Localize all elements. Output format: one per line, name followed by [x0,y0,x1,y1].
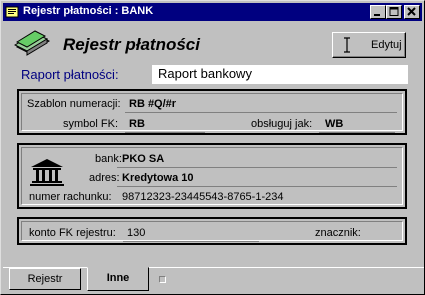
marker-label: znacznik: [315,227,361,239]
header: Rejestr płatności Edytuj [5,23,422,63]
payments-logo-icon [13,30,51,56]
template-label: Szablon numeracji: [27,98,121,110]
numbering-group: Szablon numeracji: RB #Q/#r symbol FK: R… [17,89,407,135]
tab-inne[interactable]: Inne [87,267,149,291]
bank-field[interactable]: PKO SA [122,153,164,165]
tab-bar: Rejestr Inne [3,267,424,294]
close-icon [407,7,416,16]
handle-as-label: obsługuj jak: [251,118,313,130]
address-field[interactable]: Kredytowa 10 [122,172,194,184]
register-group: konto FK rejestru: 130 znacznik: [17,217,407,245]
tab-rejestr[interactable]: Rejestr [9,268,81,290]
bank-building-icon [30,159,64,186]
title-bar[interactable]: Rejestr płatności : BANK [3,3,422,21]
fk-account-field[interactable]: 130 [127,227,145,239]
tab-inne-label: Inne [106,272,130,284]
bank-label: bank: [95,153,122,165]
report-field[interactable]: Raport bankowy [152,65,408,84]
symbol-label: symbol FK: [63,118,119,130]
account-number-field[interactable]: 98712323-23445543-8765-1-234 [122,191,283,203]
address-label: adres: [89,172,120,184]
close-button[interactable] [404,5,420,19]
account-number-label: numer rachunku: [29,191,112,203]
handle-as-field[interactable]: WB [325,118,343,130]
report-row: Raport płatności: Raport bankowy [5,63,422,85]
edit-button-label: Edytuj [371,39,402,51]
tab-scroll-indicator[interactable] [159,276,166,283]
report-label: Raport płatności: [21,67,119,82]
minimize-icon [374,14,380,16]
maximize-button[interactable] [386,5,402,19]
app-icon [5,6,19,18]
app-window: Rejestr płatności : BANK Rejestr płatnoś… [0,0,425,295]
fk-account-label: konto FK rejestru: [29,227,116,239]
symbol-field[interactable]: RB [129,118,145,130]
minimize-button[interactable] [370,5,386,19]
edit-button[interactable]: Edytuj [332,32,406,58]
window-title: Rejestr płatności : BANK [23,5,154,17]
tab-rejestr-label: Rejestr [27,273,63,285]
template-field[interactable]: RB #Q/#r [129,98,176,110]
page-title: Rejestr płatności [63,35,200,54]
maximize-icon [389,7,399,16]
text-cursor-icon [344,37,350,53]
bank-group: bank: PKO SA adres: Kredytowa 10 numer r… [17,143,407,209]
